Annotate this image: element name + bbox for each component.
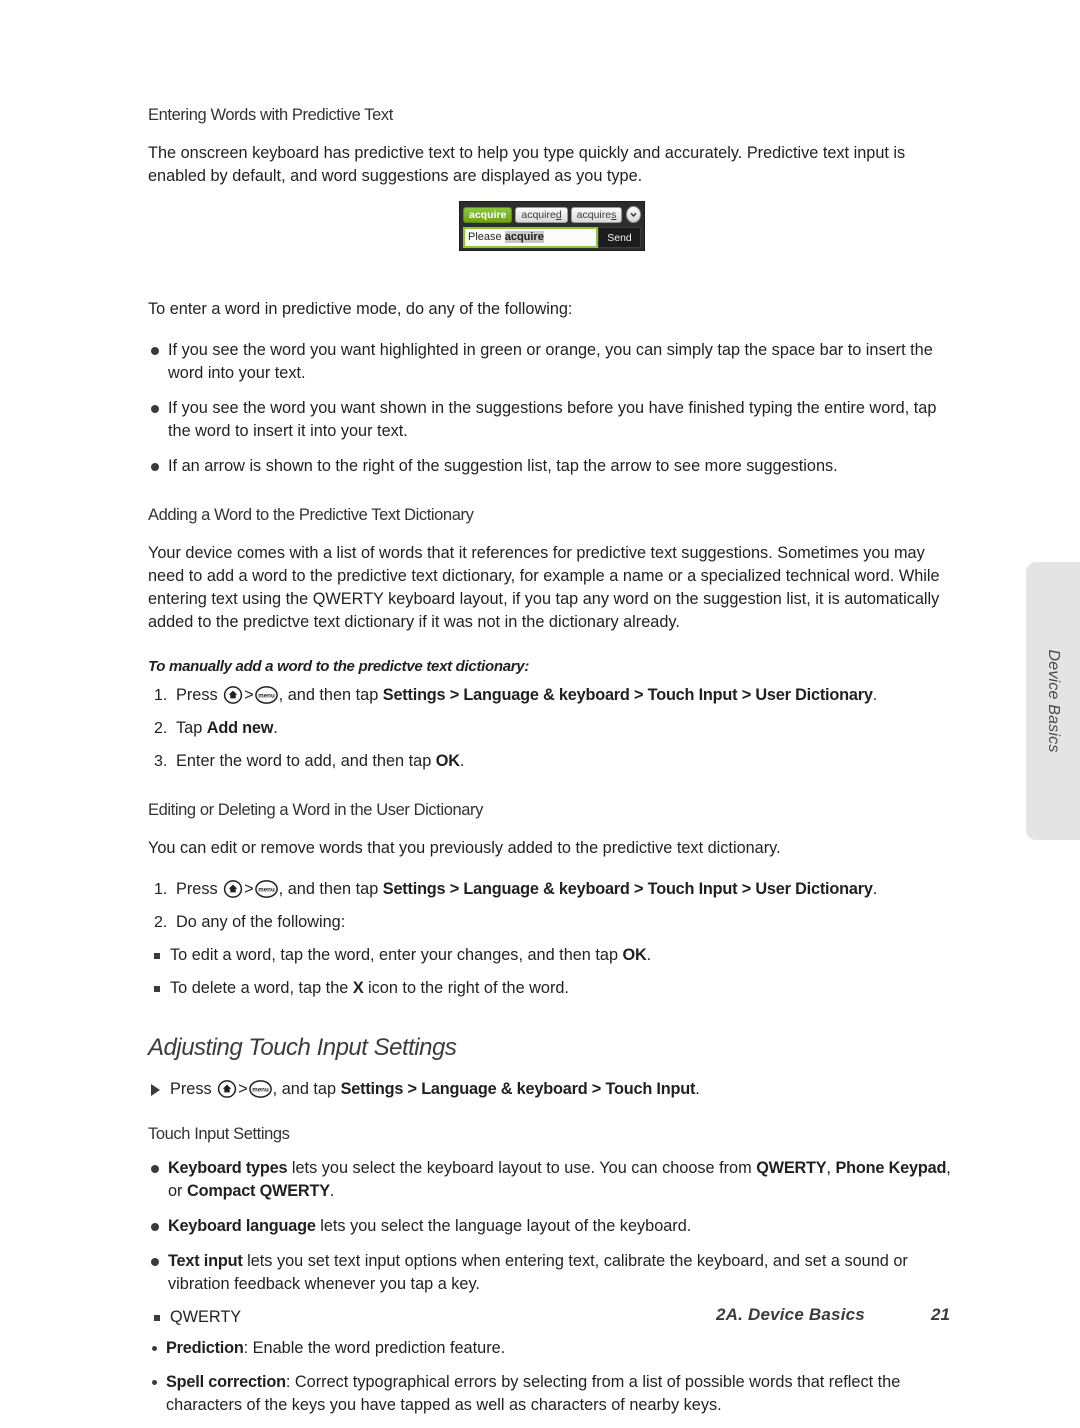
steps-add-word: Press > menu, and then tap Settings > Lan…	[148, 684, 960, 773]
step-post: .	[273, 719, 278, 737]
list-item-step: Enter the word to add, and then tap OK.	[148, 750, 960, 773]
item-bold: X	[352, 979, 364, 997]
item-bold-3: Phone Keypad	[835, 1159, 947, 1177]
press-gt: >	[238, 1080, 248, 1098]
menu-key-icon: menu	[254, 879, 278, 899]
heading-editing-word: Editing or Deleting a Word in the User D…	[148, 801, 484, 819]
paragraph-adding-word: Your device comes with a list of words t…	[148, 544, 940, 631]
item-bold: Text input	[168, 1252, 243, 1270]
step-post: .	[459, 752, 465, 770]
paragraph-editing-word: You can edit or remove words that you pr…	[148, 839, 781, 857]
svg-text:menu: menu	[258, 887, 275, 894]
item-bold-4: Compact QWERTY	[187, 1182, 330, 1200]
item-bold: Spell correction	[166, 1373, 286, 1391]
list-predictive-modes: If you see the word you want highlighted…	[148, 339, 960, 478]
step-gt: >	[244, 686, 254, 704]
step-bold: OK	[435, 752, 460, 770]
list-item: Keyboard types lets you select the keybo…	[148, 1157, 960, 1203]
paragraph-predictive-leadin: To enter a word in predictive mode, do a…	[148, 300, 573, 318]
home-key-icon	[223, 685, 243, 705]
item-text: : Enable the word prediction feature.	[243, 1339, 506, 1357]
side-tab-label: Device Basics	[1045, 649, 1062, 753]
side-tab-device-basics: Device Basics	[1026, 562, 1080, 840]
step-pre: Enter the word to add, and then tap	[176, 752, 436, 770]
list-item-step: Press > menu, and then tap Settings > Lan…	[154, 878, 878, 901]
step-mid: , and then tap	[278, 686, 383, 704]
list-item: Keyboard language lets you select the la…	[148, 1215, 960, 1238]
page-footer: 2A. Device Basics 21	[0, 1305, 1080, 1335]
item-bold: Keyboard language	[168, 1217, 316, 1235]
step-post: .	[872, 686, 878, 704]
item-text: lets you set text input options when ent…	[168, 1252, 908, 1293]
list-item-step: Do any of the following:	[148, 911, 960, 934]
heading-touch-input-settings: Touch Input Settings	[148, 1125, 290, 1143]
svg-text:menu: menu	[252, 1087, 269, 1094]
svg-text:menu: menu	[258, 693, 275, 700]
path-user-dictionary: User Dictionary	[755, 686, 873, 704]
content-column: Entering Words with Predictive Text The …	[148, 106, 960, 1428]
list-item: Text input lets you set text input optio…	[148, 1250, 960, 1296]
list-item: Spell correction: Correct typographical …	[148, 1371, 960, 1417]
home-key-icon	[223, 879, 243, 899]
path-settings: Settings	[340, 1080, 404, 1098]
item-post: icon to the right of the word.	[363, 979, 569, 997]
step-pre: Press	[176, 880, 223, 898]
list-item: If you see the word you want shown in th…	[148, 397, 960, 443]
menu-key-icon: menu	[248, 1079, 272, 1099]
item-pre: To edit a word, tap the word, enter your…	[170, 946, 623, 964]
heading-adding-word: Adding a Word to the Predictive Text Dic…	[148, 506, 474, 524]
item-pre: To delete a word, tap the	[170, 979, 353, 997]
path-language-keyboard: Language & keyboard	[463, 686, 630, 704]
step-post: .	[872, 880, 878, 898]
heading-entering-words: Entering Words with Predictive Text	[148, 106, 393, 124]
list-item-step: Press > menu, and then tap Settings > Lan…	[154, 684, 878, 707]
list-qwerty-options: Prediction: Enable the word prediction f…	[148, 1337, 960, 1417]
list-item: To edit a word, tap the word, enter your…	[148, 944, 960, 967]
menu-key-icon: menu	[254, 685, 278, 705]
step-gt: >	[244, 880, 254, 898]
press-pre: Press	[170, 1080, 217, 1098]
step-mid: , and then tap	[278, 880, 383, 898]
path-language-keyboard: Language & keyboard	[421, 1080, 588, 1098]
figure-spacer	[148, 202, 960, 298]
press-post: .	[695, 1080, 700, 1098]
path-language-keyboard: Language & keyboard	[463, 880, 630, 898]
path-touch-input: Touch Input	[605, 1080, 696, 1098]
path-settings: Settings	[382, 686, 446, 704]
list-item: If an arrow is shown to the right of the…	[148, 455, 960, 478]
path-touch-input: Touch Input	[647, 880, 738, 898]
steps-edit-word: Press > menu, and then tap Settings > Lan…	[148, 878, 960, 934]
heading-adjusting-touch-input: Adjusting Touch Input Settings	[148, 1034, 457, 1061]
item-text-2: ,	[826, 1159, 836, 1177]
list-item: Prediction: Enable the word prediction f…	[148, 1337, 960, 1360]
item-bold: Keyboard types	[168, 1159, 288, 1177]
footer-page-number: 21	[931, 1305, 950, 1324]
item-text-4: .	[329, 1182, 335, 1200]
path-touch-input: Touch Input	[647, 686, 738, 704]
step-pre: Tap	[176, 719, 207, 737]
document-page: Device Basics acquire acquired acquires …	[0, 0, 1080, 1414]
paragraph-predictive-intro: The onscreen keyboard has predictive tex…	[148, 144, 906, 185]
list-touch-input-settings: Keyboard types lets you select the keybo…	[148, 1157, 960, 1296]
press-mid: , and tap	[272, 1080, 341, 1098]
home-key-icon	[217, 1079, 237, 1099]
list-item-step: Tap Add new.	[148, 717, 960, 740]
item-post: .	[646, 946, 652, 964]
step-bold: Add new	[206, 719, 274, 737]
item-bold: Prediction	[166, 1339, 244, 1357]
item-bold-2: QWERTY	[756, 1159, 827, 1177]
press-instruction: Press > menu, and tap Settings > Language…	[148, 1078, 960, 1101]
step-pre: Press	[176, 686, 223, 704]
procedure-title-add-word: To manually add a word to the predictve …	[148, 658, 530, 675]
list-edit-delete-options: To edit a word, tap the word, enter your…	[148, 944, 960, 1000]
item-text: lets you select the language layout of t…	[315, 1217, 692, 1235]
item-text: lets you select the keyboard layout to u…	[287, 1159, 757, 1177]
item-bold: OK	[622, 946, 647, 964]
list-item: If you see the word you want highlighted…	[148, 339, 960, 385]
footer-chapter-title: 2A. Device Basics	[716, 1305, 865, 1324]
list-item: To delete a word, tap the X icon to the …	[148, 977, 960, 1000]
path-settings: Settings	[382, 880, 446, 898]
path-user-dictionary: User Dictionary	[755, 880, 873, 898]
step-pre: Do any of the following:	[176, 913, 346, 931]
